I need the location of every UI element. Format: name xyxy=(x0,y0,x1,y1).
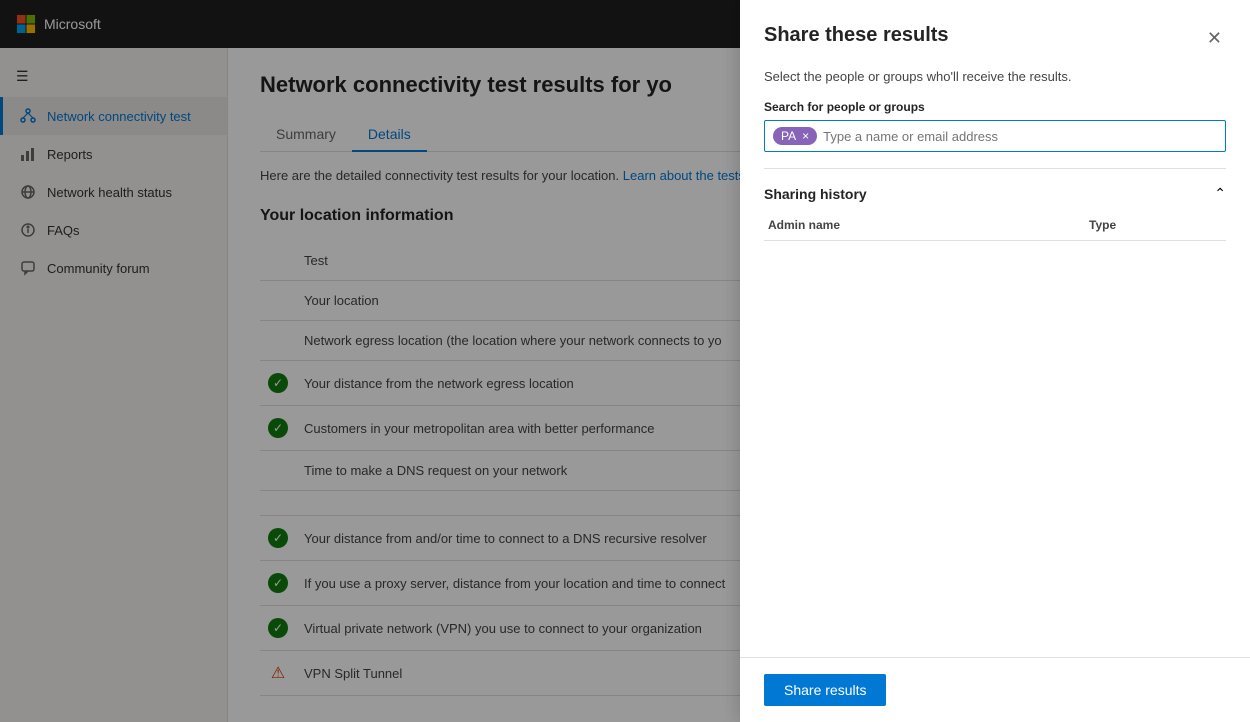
tag-remove-button[interactable]: × xyxy=(802,129,809,143)
share-panel: Share these results ✕ Select the people … xyxy=(740,0,1250,722)
sharing-history-title: Sharing history xyxy=(764,186,867,202)
panel-header: Share these results ✕ xyxy=(740,0,1250,69)
sharing-history-toggle[interactable]: Sharing history ⌃ xyxy=(764,168,1226,210)
panel-body: Select the people or groups who'll recei… xyxy=(740,69,1250,657)
col-type: Type xyxy=(1085,210,1226,241)
search-label: Search for people or groups xyxy=(764,100,1226,114)
collapse-icon: ⌃ xyxy=(1214,185,1226,202)
panel-title: Share these results xyxy=(764,24,949,47)
history-table: Admin name Type xyxy=(764,210,1226,241)
close-button[interactable]: ✕ xyxy=(1203,24,1226,53)
history-header-row: Admin name Type xyxy=(764,210,1226,241)
panel-subtitle: Select the people or groups who'll recei… xyxy=(764,69,1226,84)
tag-initials: PA xyxy=(781,129,796,143)
col-admin-name: Admin name xyxy=(764,210,1085,241)
people-search-input[interactable] xyxy=(823,129,1217,144)
search-box: PA × xyxy=(764,120,1226,152)
panel-footer: Share results xyxy=(740,657,1250,722)
tag-pill: PA × xyxy=(773,127,817,145)
share-results-button[interactable]: Share results xyxy=(764,674,886,706)
